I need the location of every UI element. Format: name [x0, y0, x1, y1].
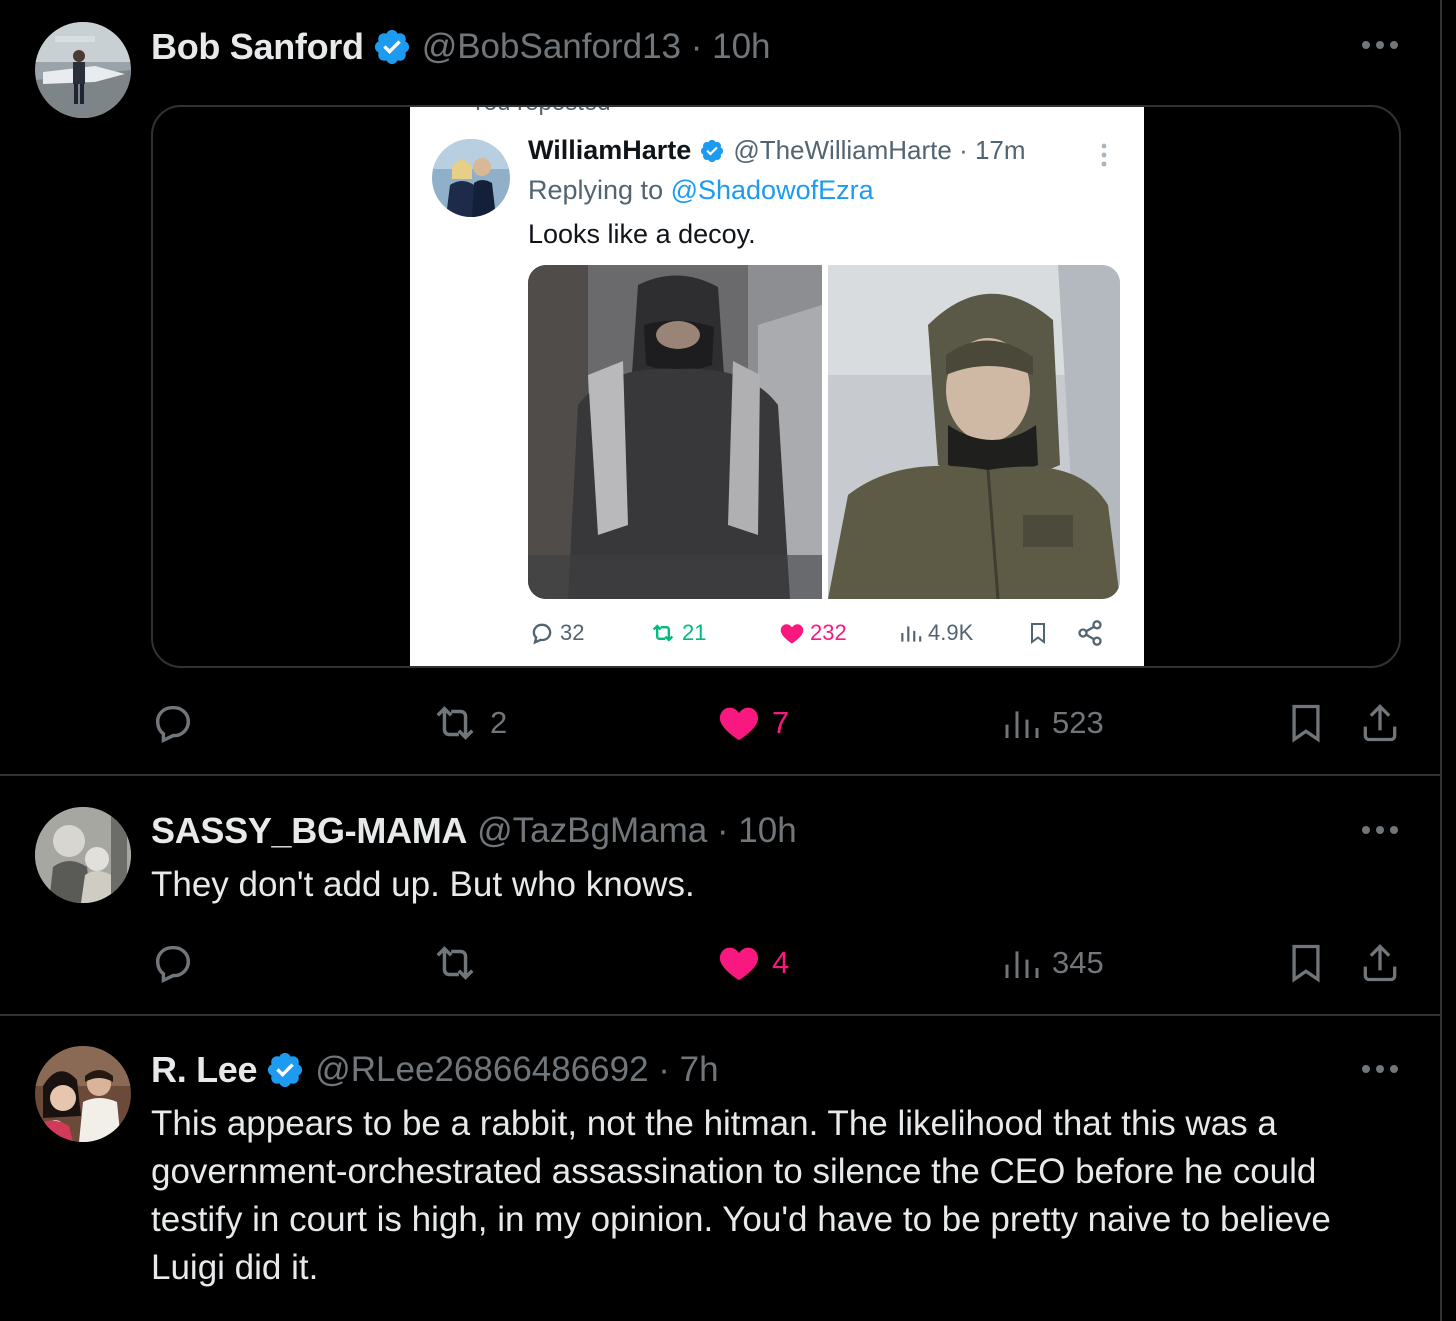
- post-header: SASSY_BG-MAMA @TazBgMama · 10h: [151, 808, 797, 854]
- embedded-views: 4.9K: [898, 615, 973, 651]
- like-icon: [719, 947, 759, 981]
- embedded-tweet-screenshot: You reposted WilliamHarte: [410, 107, 1144, 666]
- replying-to: Replying to @ShadowofEzra: [528, 175, 874, 205]
- embedded-avatar: [432, 139, 510, 217]
- bookmark-icon: [1292, 944, 1320, 983]
- post-media[interactable]: You reposted WilliamHarte: [151, 105, 1401, 668]
- like-button[interactable]: 4: [716, 938, 789, 988]
- author-name[interactable]: Bob Sanford: [151, 26, 364, 68]
- bookmark-button[interactable]: [1284, 938, 1328, 988]
- reply-icon: [155, 945, 191, 983]
- reply-icon: [155, 705, 191, 743]
- like-icon: [719, 707, 759, 741]
- embedded-handle-time: @TheWilliamHarte · 17m: [733, 135, 1026, 165]
- share-button[interactable]: [1358, 698, 1402, 748]
- bookmark-button[interactable]: [1284, 698, 1328, 748]
- share-button[interactable]: [1358, 938, 1402, 988]
- action-bar: 2 7 523: [150, 698, 1410, 748]
- views-icon: [1005, 711, 1039, 738]
- reply-button[interactable]: [150, 938, 196, 988]
- suspect-photo-right: [828, 265, 1120, 599]
- repost-button[interactable]: [430, 938, 480, 988]
- embedded-share: [1076, 615, 1104, 651]
- views-button[interactable]: 345: [1002, 938, 1104, 988]
- embedded-header: WilliamHarte @TheWilliamHarte · 17m: [528, 135, 1026, 166]
- avatar[interactable]: [35, 807, 131, 903]
- more-icon[interactable]: [1358, 1054, 1402, 1084]
- author-handle-time: @BobSanford13 · 10h: [421, 27, 771, 66]
- views-icon: [1005, 951, 1039, 978]
- embedded-likes: 232: [778, 615, 847, 651]
- embedded-text: Looks like a decoy.: [528, 219, 756, 249]
- post-text: This appears to be a rabbit, not the hit…: [151, 1104, 1331, 1287]
- replying-handle-link: @ShadowofEzra: [670, 175, 874, 205]
- bookmark-icon: [1031, 623, 1045, 644]
- embedded-replies: 32: [528, 615, 584, 651]
- reply-icon: [532, 623, 552, 645]
- post-bob-sanford[interactable]: Bob Sanford @BobSanford13 · 10h You repo…: [0, 0, 1440, 776]
- post-r-lee[interactable]: R. Lee @RLee26866486692 · 7h This appear…: [0, 1016, 1440, 1321]
- author-name[interactable]: SASSY_BG-MAMA: [151, 810, 467, 852]
- embedded-reposts: 21: [648, 615, 706, 651]
- post-sassy-bg-mama[interactable]: SASSY_BG-MAMA @TazBgMama · 10h They don'…: [0, 776, 1440, 1016]
- share-icon: [1363, 704, 1397, 742]
- avatar[interactable]: [35, 1046, 131, 1142]
- post-header: Bob Sanford @BobSanford13 · 10h: [151, 24, 771, 70]
- share-icon: [1078, 620, 1102, 646]
- views-button[interactable]: 523: [1002, 698, 1104, 748]
- repost-header-cut: You reposted: [470, 107, 611, 117]
- timeline-border: [1440, 0, 1442, 1321]
- verified-icon: [268, 1052, 303, 1088]
- verified-icon: [701, 139, 724, 162]
- author-handle-time: @RLee26866486692 · 7h: [315, 1050, 719, 1089]
- post-text: They don't add up. But who knows.: [151, 865, 695, 904]
- like-icon: [780, 624, 804, 644]
- like-button[interactable]: 7: [716, 698, 789, 748]
- avatar[interactable]: [35, 22, 131, 118]
- repost-button[interactable]: 2: [430, 698, 507, 748]
- more-icon[interactable]: [1358, 30, 1402, 60]
- embedded-bookmark: [1026, 615, 1050, 651]
- post-header: R. Lee @RLee26866486692 · 7h: [151, 1047, 719, 1093]
- embedded-author-name: WilliamHarte: [528, 135, 692, 165]
- suspect-photo-left: [528, 265, 822, 599]
- verified-icon: [374, 29, 409, 65]
- more-icon[interactable]: [1358, 815, 1402, 845]
- repost-icon: [436, 706, 474, 740]
- bookmark-icon: [1292, 704, 1320, 743]
- author-handle-time: @TazBgMama · 10h: [477, 811, 797, 850]
- repost-icon: [652, 624, 674, 642]
- reply-button[interactable]: [150, 698, 196, 748]
- author-name[interactable]: R. Lee: [151, 1049, 258, 1091]
- more-icon: [1101, 143, 1107, 167]
- views-icon: [901, 626, 922, 642]
- share-icon: [1363, 944, 1397, 982]
- action-bar: 4 345: [150, 938, 1410, 988]
- embedded-action-bar: 32 21 232 4.9K: [528, 615, 1118, 651]
- repost-icon: [436, 946, 474, 980]
